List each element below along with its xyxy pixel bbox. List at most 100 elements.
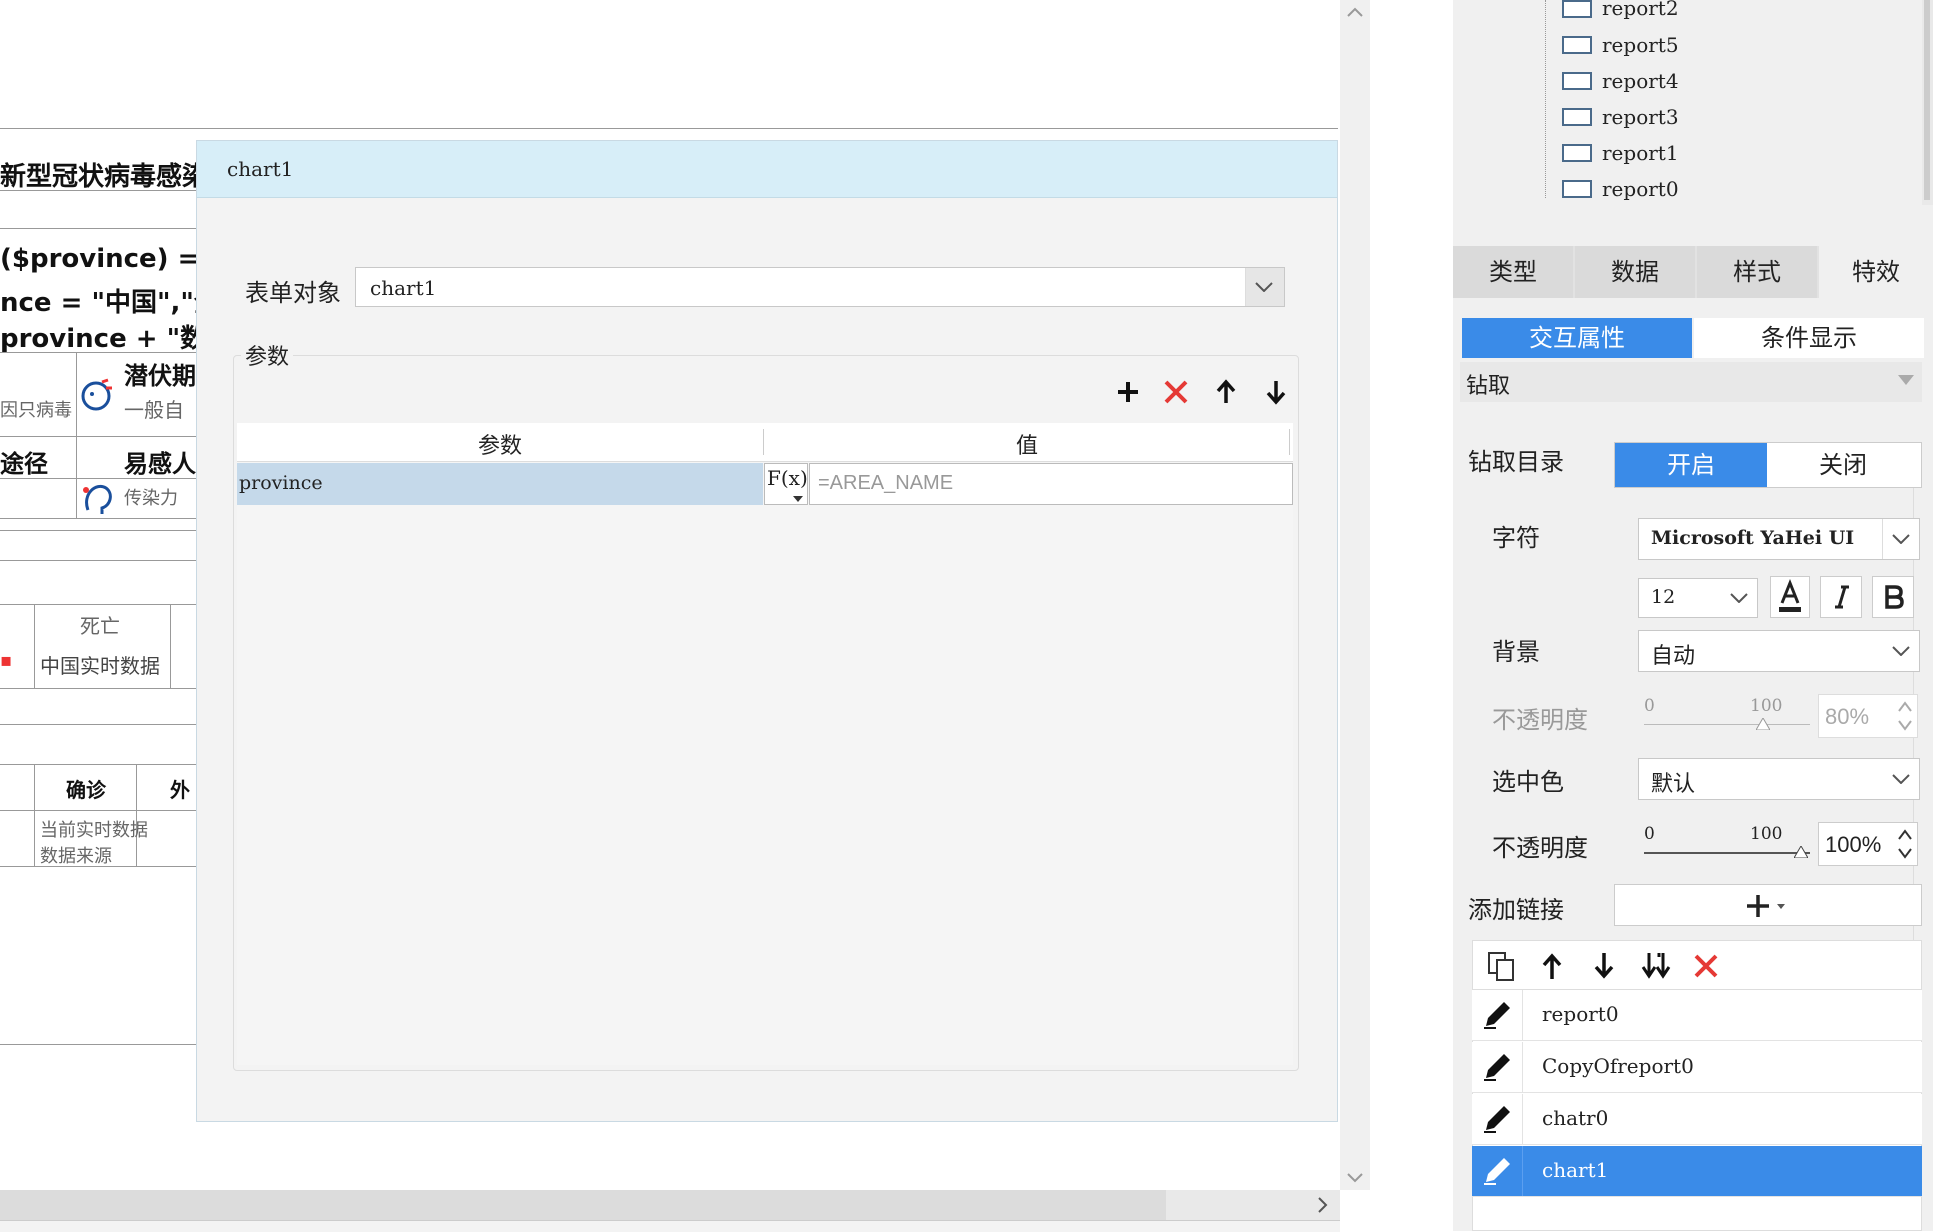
list-item[interactable]: chatr0 <box>1472 1094 1922 1145</box>
slider-min-label: 0 <box>1644 696 1655 716</box>
font-family-select[interactable]: Microsoft YaHei UI <box>1638 518 1920 560</box>
param-name-cell[interactable]: province <box>237 463 763 505</box>
font-label: 字符 <box>1492 524 1540 552</box>
chevron-down-icon[interactable] <box>1883 631 1919 671</box>
report-label-china-data: 中国实时数据 <box>40 654 160 678</box>
font-size-select[interactable]: 12 <box>1638 578 1758 618</box>
form-object-select[interactable]: chart1 <box>355 267 1285 307</box>
add-link-button[interactable] <box>1614 884 1922 926</box>
report-widget-icon <box>1562 180 1592 198</box>
opacity-label-disabled: 不透明度 <box>1492 706 1588 734</box>
edit-icon[interactable] <box>1472 1146 1523 1196</box>
list-item-selected[interactable]: chart1 <box>1472 1146 1922 1197</box>
toggle-on-button[interactable]: 开启 <box>1615 443 1767 487</box>
tree-item-report5[interactable]: report5 <box>1602 33 1679 57</box>
tree-scrollbar[interactable] <box>1922 0 1933 205</box>
opacity-label: 不透明度 <box>1492 834 1588 862</box>
edit-icon[interactable] <box>1472 1042 1523 1092</box>
opacity-input[interactable]: 100% <box>1818 822 1918 866</box>
bold-icon[interactable] <box>1872 576 1914 618</box>
param-value-text: =AREA_NAME <box>818 472 954 494</box>
font-color-icon[interactable] <box>1770 576 1810 618</box>
tree-item-report3[interactable]: report3 <box>1602 105 1679 129</box>
report-red-cell: ▪ <box>0 650 30 672</box>
move-down-icon[interactable] <box>1587 949 1621 983</box>
drill-section-title: 钻取 <box>1466 374 1511 399</box>
edit-icon[interactable] <box>1472 990 1523 1040</box>
copy-icon[interactable] <box>1485 949 1519 983</box>
chevron-down-icon[interactable] <box>1883 759 1919 799</box>
list-item[interactable]: CopyOfreport0 <box>1472 1042 1922 1093</box>
tab-style[interactable]: 样式 <box>1697 246 1817 298</box>
param-value-input[interactable]: =AREA_NAME <box>809 463 1293 505</box>
opacity-value: 100% <box>1825 832 1882 857</box>
collapse-icon[interactable] <box>1898 375 1914 385</box>
report-formula-line-3: province + "数 <box>0 324 207 354</box>
font-family-value: Microsoft YaHei UI <box>1651 527 1855 549</box>
scroll-right-icon[interactable] <box>1318 1197 1328 1217</box>
background-value: 自动 <box>1651 644 1696 669</box>
tab-data[interactable]: 数据 <box>1575 246 1695 298</box>
dialog-header: chart1 <box>197 141 1337 198</box>
list-item[interactable]: report0 <box>1472 990 1922 1041</box>
report-widget-icon <box>1562 0 1592 18</box>
params-table: 参数 值 province F(x) =AREA_NAME <box>237 423 1293 1065</box>
canvas-vertical-scrollbar[interactable] <box>1340 0 1370 1190</box>
drill-section-header[interactable]: 钻取 <box>1460 362 1922 402</box>
report-label-general: 一般自 <box>124 398 184 422</box>
tab-type[interactable]: 类型 <box>1453 246 1573 298</box>
report-widget-icon <box>1562 108 1592 126</box>
subtab-condition-display[interactable]: 条件显示 <box>1694 318 1924 358</box>
dialog-title: chart1 <box>227 157 294 181</box>
toggle-off-button[interactable]: 关闭 <box>1767 443 1919 487</box>
delete-icon[interactable] <box>1689 949 1723 983</box>
tree-item-report1[interactable]: report1 <box>1602 141 1679 165</box>
params-group-label: 参数 <box>241 339 294 371</box>
drill-dir-toggle: 开启 关闭 <box>1614 442 1922 488</box>
chevron-down-icon[interactable] <box>1721 579 1757 617</box>
report-small-text-3: 当前实时数据 <box>40 820 148 841</box>
spinner-icon[interactable] <box>1897 827 1913 861</box>
params-table-header: 参数 值 <box>237 423 1293 462</box>
edit-icon[interactable] <box>1472 1094 1523 1144</box>
widget-tree <box>1453 0 1926 218</box>
italic-icon[interactable] <box>1820 576 1862 618</box>
spinner-icon <box>1898 701 1912 731</box>
select-color-select[interactable]: 默认 <box>1638 758 1920 800</box>
link-label: CopyOfreport0 <box>1542 1054 1694 1078</box>
chevron-down-icon[interactable] <box>1245 268 1284 306</box>
report-small-text-4: 数据来源 <box>40 846 112 867</box>
tree-item-report0[interactable]: report0 <box>1602 177 1679 201</box>
opacity-slider[interactable]: 0 100 <box>1644 822 1812 862</box>
move-bottom-icon[interactable] <box>1639 949 1673 983</box>
tree-item-report2[interactable]: report2 <box>1602 0 1679 20</box>
add-param-icon[interactable] <box>1111 375 1145 409</box>
tree-item-report4[interactable]: report4 <box>1602 69 1679 93</box>
slider-thumb-icon[interactable] <box>1794 846 1808 858</box>
canvas-horizontal-scrollbar[interactable] <box>0 1190 1340 1220</box>
select-color-label: 选中色 <box>1492 768 1564 796</box>
delete-param-icon[interactable] <box>1159 375 1193 409</box>
tab-effects[interactable]: 特效 <box>1819 246 1933 298</box>
link-label: chart1 <box>1542 1158 1609 1182</box>
move-down-icon[interactable] <box>1259 375 1293 409</box>
link-label: chatr0 <box>1542 1106 1609 1130</box>
slider-max-label: 100 <box>1750 824 1783 844</box>
scroll-thumb[interactable] <box>0 1190 1166 1220</box>
link-list-toolbar <box>1472 940 1922 990</box>
background-select[interactable]: 自动 <box>1638 630 1920 672</box>
sheet-tabs-strip[interactable] <box>0 1220 1340 1232</box>
slider-min-label: 0 <box>1644 824 1655 844</box>
font-size-value: 12 <box>1651 586 1676 608</box>
formula-button[interactable]: F(x) <box>764 463 808 505</box>
chevron-down-icon[interactable] <box>1882 519 1919 559</box>
scroll-down-icon[interactable] <box>1347 1168 1363 1187</box>
header-value: 值 <box>1015 434 1038 459</box>
opacity-input-disabled: 80% <box>1818 694 1918 738</box>
move-up-icon[interactable] <box>1535 949 1569 983</box>
report-label-death: 死亡 <box>80 614 120 638</box>
table-row[interactable]: province F(x) =AREA_NAME <box>237 463 1293 505</box>
scroll-up-icon[interactable] <box>1347 2 1363 21</box>
move-up-icon[interactable] <box>1209 375 1243 409</box>
subtab-interaction[interactable]: 交互属性 <box>1462 318 1692 358</box>
